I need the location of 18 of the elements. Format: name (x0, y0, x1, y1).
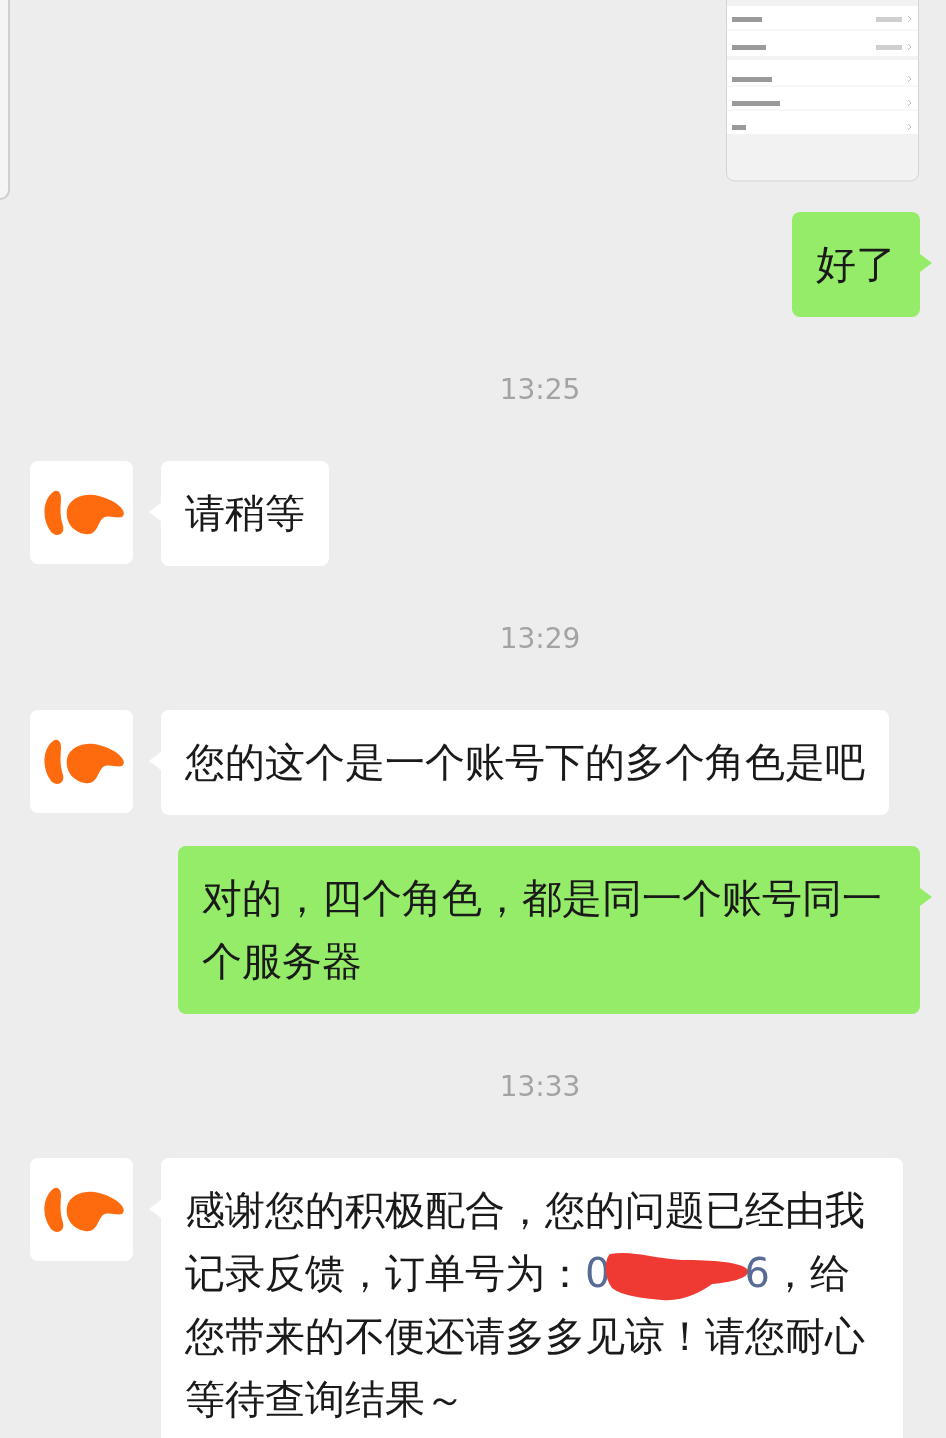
timestamp: 13:33 (499, 1070, 581, 1104)
avatar[interactable] (30, 461, 133, 564)
screenshot-thumbnail-drawing[interactable] (726, 0, 919, 182)
message-text: 对的，四个角色，都是同一个账号同一个服务器 (202, 875, 882, 984)
message-text: 您的这个是一个账号下的多个角色是吧 (185, 739, 865, 785)
message-bubble[interactable]: 对的，四个角色，都是同一个账号同一个服务器 (178, 846, 920, 1014)
timestamp: 13:29 (499, 622, 581, 656)
message-text: 好了 (816, 241, 896, 287)
bubble-tail (920, 888, 932, 906)
message-bubble[interactable]: 好了 (792, 212, 920, 317)
bubble-tail (920, 254, 932, 272)
timestamp: 13:25 (499, 373, 581, 407)
order-number-link[interactable]: 6 (744, 1250, 770, 1296)
message-bubble[interactable]: 请稍等 (161, 461, 329, 566)
message-text: 请稍等 (185, 490, 305, 536)
message-bubble[interactable]: 您的这个是一个账号下的多个角色是吧 (161, 710, 889, 815)
avatar[interactable] (30, 710, 133, 813)
avatar[interactable] (30, 1158, 133, 1261)
